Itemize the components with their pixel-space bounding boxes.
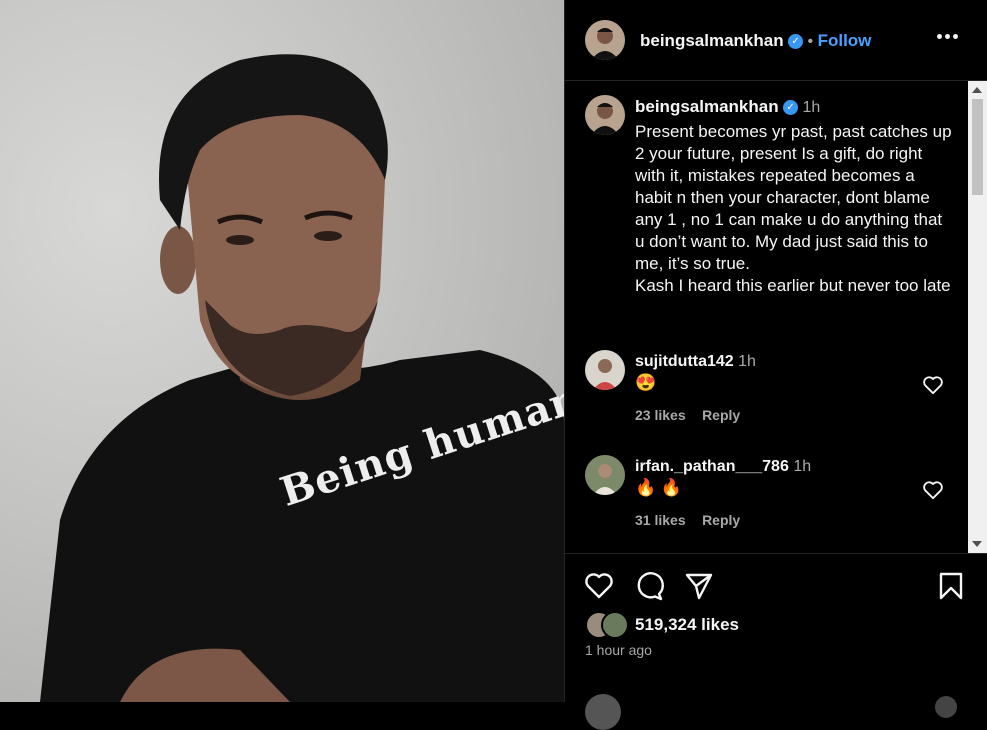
verified-badge-icon: ✓: [788, 34, 804, 50]
commenter-avatar[interactable]: [585, 350, 625, 390]
post-actions: 519,324 likes 1 hour ago: [565, 554, 987, 730]
separator-dot: •: [807, 33, 814, 50]
post-photo[interactable]: Being human: [0, 0, 564, 702]
caption-username[interactable]: beingsalmankhan: [635, 97, 779, 116]
comment-time: 1h: [793, 458, 812, 475]
reply-button[interactable]: Reply: [702, 407, 740, 423]
post-time-ago[interactable]: 1 hour ago: [585, 642, 652, 658]
comment-icon[interactable]: [633, 570, 665, 602]
like-heart-icon[interactable]: [583, 570, 615, 602]
liker-avatar: [601, 611, 629, 639]
comment-username[interactable]: sujitdutta142: [635, 353, 734, 370]
heart-icon[interactable]: [922, 480, 944, 500]
comment-text: 🔥 🔥: [635, 478, 683, 497]
add-comment-avatar: [585, 694, 621, 730]
comment-likes[interactable]: 23 likes: [635, 407, 686, 423]
bookmark-icon[interactable]: [935, 570, 967, 602]
commenter-avatar[interactable]: [585, 455, 625, 495]
comment-text: 😍: [635, 373, 657, 392]
scroll-down-arrow-icon[interactable]: [972, 541, 982, 547]
comments-section[interactable]: beingsalmankhan ✓ 1h Present becomes yr …: [565, 81, 987, 553]
scrollbar-thumb[interactable]: [972, 99, 983, 195]
post-header: beingsalmankhan ✓ • Follow: [565, 0, 987, 81]
likes-count[interactable]: 519,324 likes: [635, 615, 739, 635]
follow-button[interactable]: Follow: [818, 31, 872, 50]
scroll-up-arrow-icon[interactable]: [972, 87, 982, 93]
more-options-icon[interactable]: [937, 34, 959, 40]
caption-body-2: Kash I heard this earlier but never too …: [635, 276, 951, 295]
caption-avatar[interactable]: [585, 95, 625, 135]
reply-button[interactable]: Reply: [702, 512, 740, 528]
comment-likes[interactable]: 31 likes: [635, 512, 686, 528]
liked-by-avatars[interactable]: [585, 611, 633, 639]
caption-time: 1h: [802, 99, 821, 116]
comment-username[interactable]: irfan._pathan___786: [635, 458, 789, 475]
emoji-icon[interactable]: [935, 696, 957, 718]
author-avatar[interactable]: [585, 20, 625, 60]
comment-time: 1h: [738, 353, 756, 370]
share-icon[interactable]: [683, 570, 715, 602]
heart-icon[interactable]: [922, 375, 944, 395]
author-username[interactable]: beingsalmankhan: [640, 31, 784, 50]
verified-badge-icon: ✓: [783, 100, 799, 116]
comments-scrollbar[interactable]: [968, 81, 987, 553]
caption-text: Present becomes yr past, past catches up…: [635, 121, 955, 297]
caption-body: Present becomes yr past, past catches up…: [635, 122, 952, 273]
post-side-panel: beingsalmankhan ✓ • Follow beingsalmankh…: [565, 0, 987, 730]
photo-illustration: [40, 54, 564, 702]
